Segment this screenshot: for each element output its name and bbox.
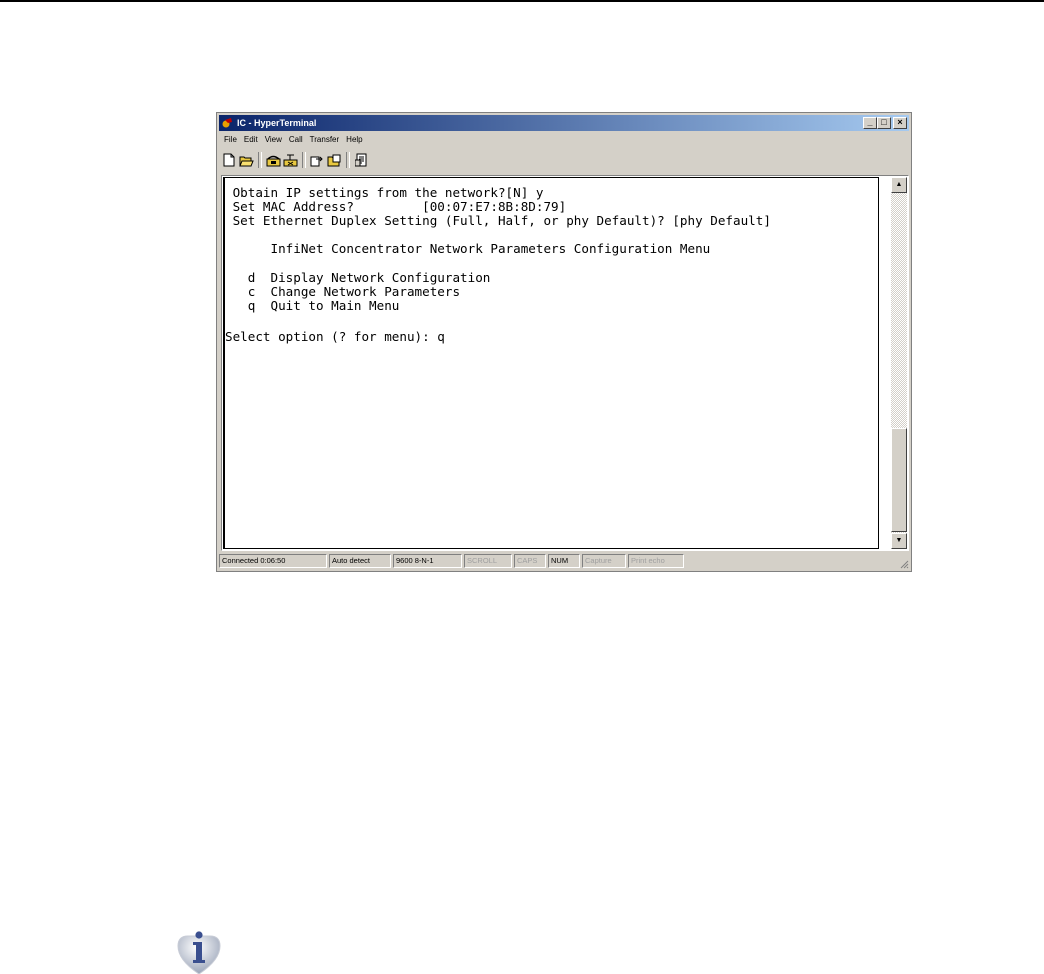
hyperterminal-window: IC - HyperTerminal _ □ × File Edit View … bbox=[216, 112, 912, 572]
menu-view[interactable]: View bbox=[262, 133, 286, 147]
menu-call[interactable]: Call bbox=[286, 133, 307, 147]
maximize-button[interactable]: □ bbox=[877, 117, 891, 129]
hyperterminal-app-icon bbox=[222, 118, 232, 128]
toolbar-separator bbox=[302, 152, 306, 168]
status-settings: 9600 8-N-1 bbox=[393, 554, 462, 568]
toolbar-separator bbox=[346, 152, 350, 168]
menu-file[interactable]: File bbox=[221, 133, 241, 147]
status-print-echo: Print echo bbox=[628, 554, 684, 568]
menu-transfer[interactable]: Transfer bbox=[307, 133, 344, 147]
scroll-down-button[interactable]: ▼ bbox=[891, 533, 907, 549]
minimize-button[interactable]: _ bbox=[863, 117, 877, 129]
terminal-line: Set MAC Address? [00:07:E7:8B:8D:79] bbox=[225, 199, 567, 214]
properties-icon[interactable] bbox=[353, 152, 369, 168]
terminal-screen[interactable]: Obtain IP settings from the network?[N] … bbox=[223, 177, 879, 549]
terminal-line: Obtain IP settings from the network?[N] … bbox=[225, 185, 544, 200]
status-connected: Connected 0:06:50 bbox=[219, 554, 327, 568]
toolbar-separator bbox=[258, 152, 262, 168]
title-bar[interactable]: IC - HyperTerminal _ □ × bbox=[219, 115, 909, 131]
menu-edit[interactable]: Edit bbox=[241, 133, 262, 147]
scroll-thumb[interactable] bbox=[891, 428, 907, 532]
close-button[interactable]: × bbox=[893, 117, 907, 129]
terminal-option-change: c Change Network Parameters bbox=[225, 284, 461, 299]
terminal-frame: Obtain IP settings from the network?[N] … bbox=[221, 175, 909, 551]
toolbar bbox=[221, 150, 370, 170]
window-title: IC - HyperTerminal bbox=[237, 118, 317, 128]
info-icon bbox=[177, 931, 221, 974]
status-num: NUM bbox=[548, 554, 580, 568]
open-folder-icon[interactable] bbox=[238, 152, 254, 168]
terminal-menu-title: InfiNet Concentrator Network Parameters … bbox=[225, 241, 711, 256]
scroll-up-button[interactable]: ▲ bbox=[891, 177, 907, 193]
terminal-line: Set Ethernet Duplex Setting (Full, Half,… bbox=[225, 213, 771, 228]
receive-file-icon[interactable] bbox=[326, 152, 342, 168]
terminal-option-quit: q Quit to Main Menu bbox=[225, 298, 400, 313]
resize-grip-icon[interactable] bbox=[899, 559, 909, 569]
terminal-prompt: Select option (? for menu): q bbox=[225, 329, 445, 344]
send-file-icon[interactable] bbox=[309, 152, 325, 168]
status-scroll: SCROLL bbox=[464, 554, 512, 568]
page-top-rule bbox=[0, 0, 1044, 2]
menu-bar: File Edit View Call Transfer Help bbox=[221, 133, 367, 147]
status-bar: Connected 0:06:50 Auto detect 9600 8-N-1… bbox=[219, 554, 684, 568]
vertical-scrollbar[interactable]: ▲ ▼ bbox=[891, 177, 907, 549]
status-detect: Auto detect bbox=[329, 554, 391, 568]
new-document-icon[interactable] bbox=[221, 152, 237, 168]
disconnect-phone-icon[interactable] bbox=[282, 152, 298, 168]
status-caps: CAPS bbox=[514, 554, 546, 568]
terminal-option-display: d Display Network Configuration bbox=[225, 270, 491, 285]
status-capture: Capture bbox=[582, 554, 626, 568]
connect-phone-icon[interactable] bbox=[265, 152, 281, 168]
menu-help[interactable]: Help bbox=[343, 133, 366, 147]
